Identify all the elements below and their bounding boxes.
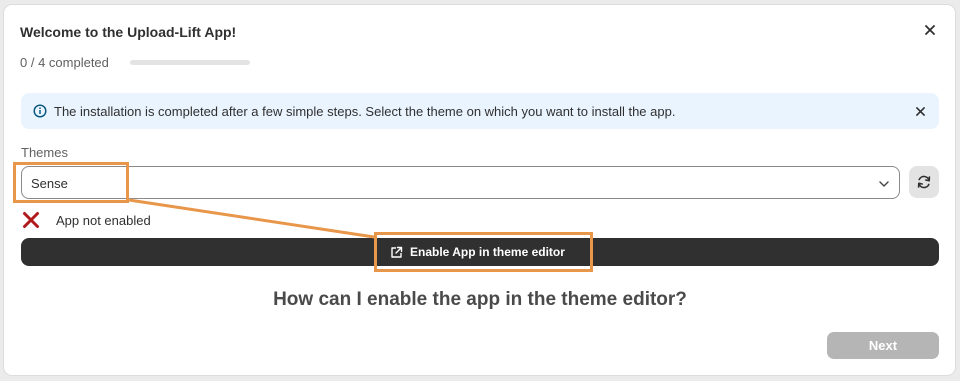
close-icon — [925, 25, 935, 35]
theme-select-value: Sense — [31, 176, 68, 191]
progress-bar — [130, 60, 250, 65]
enable-app-button-content: Enable App in theme editor — [390, 245, 565, 259]
banner-text: The installation is completed after a fe… — [54, 104, 676, 119]
cross-icon — [23, 212, 39, 228]
refresh-icon — [917, 175, 931, 189]
close-icon — [915, 106, 925, 116]
close-button[interactable] — [920, 20, 940, 40]
theme-select[interactable]: Sense — [21, 166, 900, 199]
progress-text: 0 / 4 completed — [20, 55, 109, 70]
info-banner: The installation is completed after a fe… — [21, 93, 939, 129]
next-button[interactable]: Next — [827, 332, 939, 359]
app-status-text: App not enabled — [56, 213, 151, 228]
chevron-down-icon — [879, 181, 889, 187]
help-heading: How can I enable the app in the theme ed… — [273, 289, 687, 310]
refresh-themes-button[interactable] — [909, 166, 939, 198]
themes-label: Themes — [21, 145, 68, 160]
enable-app-button[interactable]: Enable App in theme editor — [21, 238, 939, 266]
external-link-icon — [391, 246, 403, 258]
enable-app-button-label: Enable App in theme editor — [410, 245, 565, 259]
banner-close-button[interactable] — [911, 102, 929, 120]
info-icon — [33, 104, 47, 118]
page-title: Welcome to the Upload-Lift App! — [20, 24, 237, 40]
